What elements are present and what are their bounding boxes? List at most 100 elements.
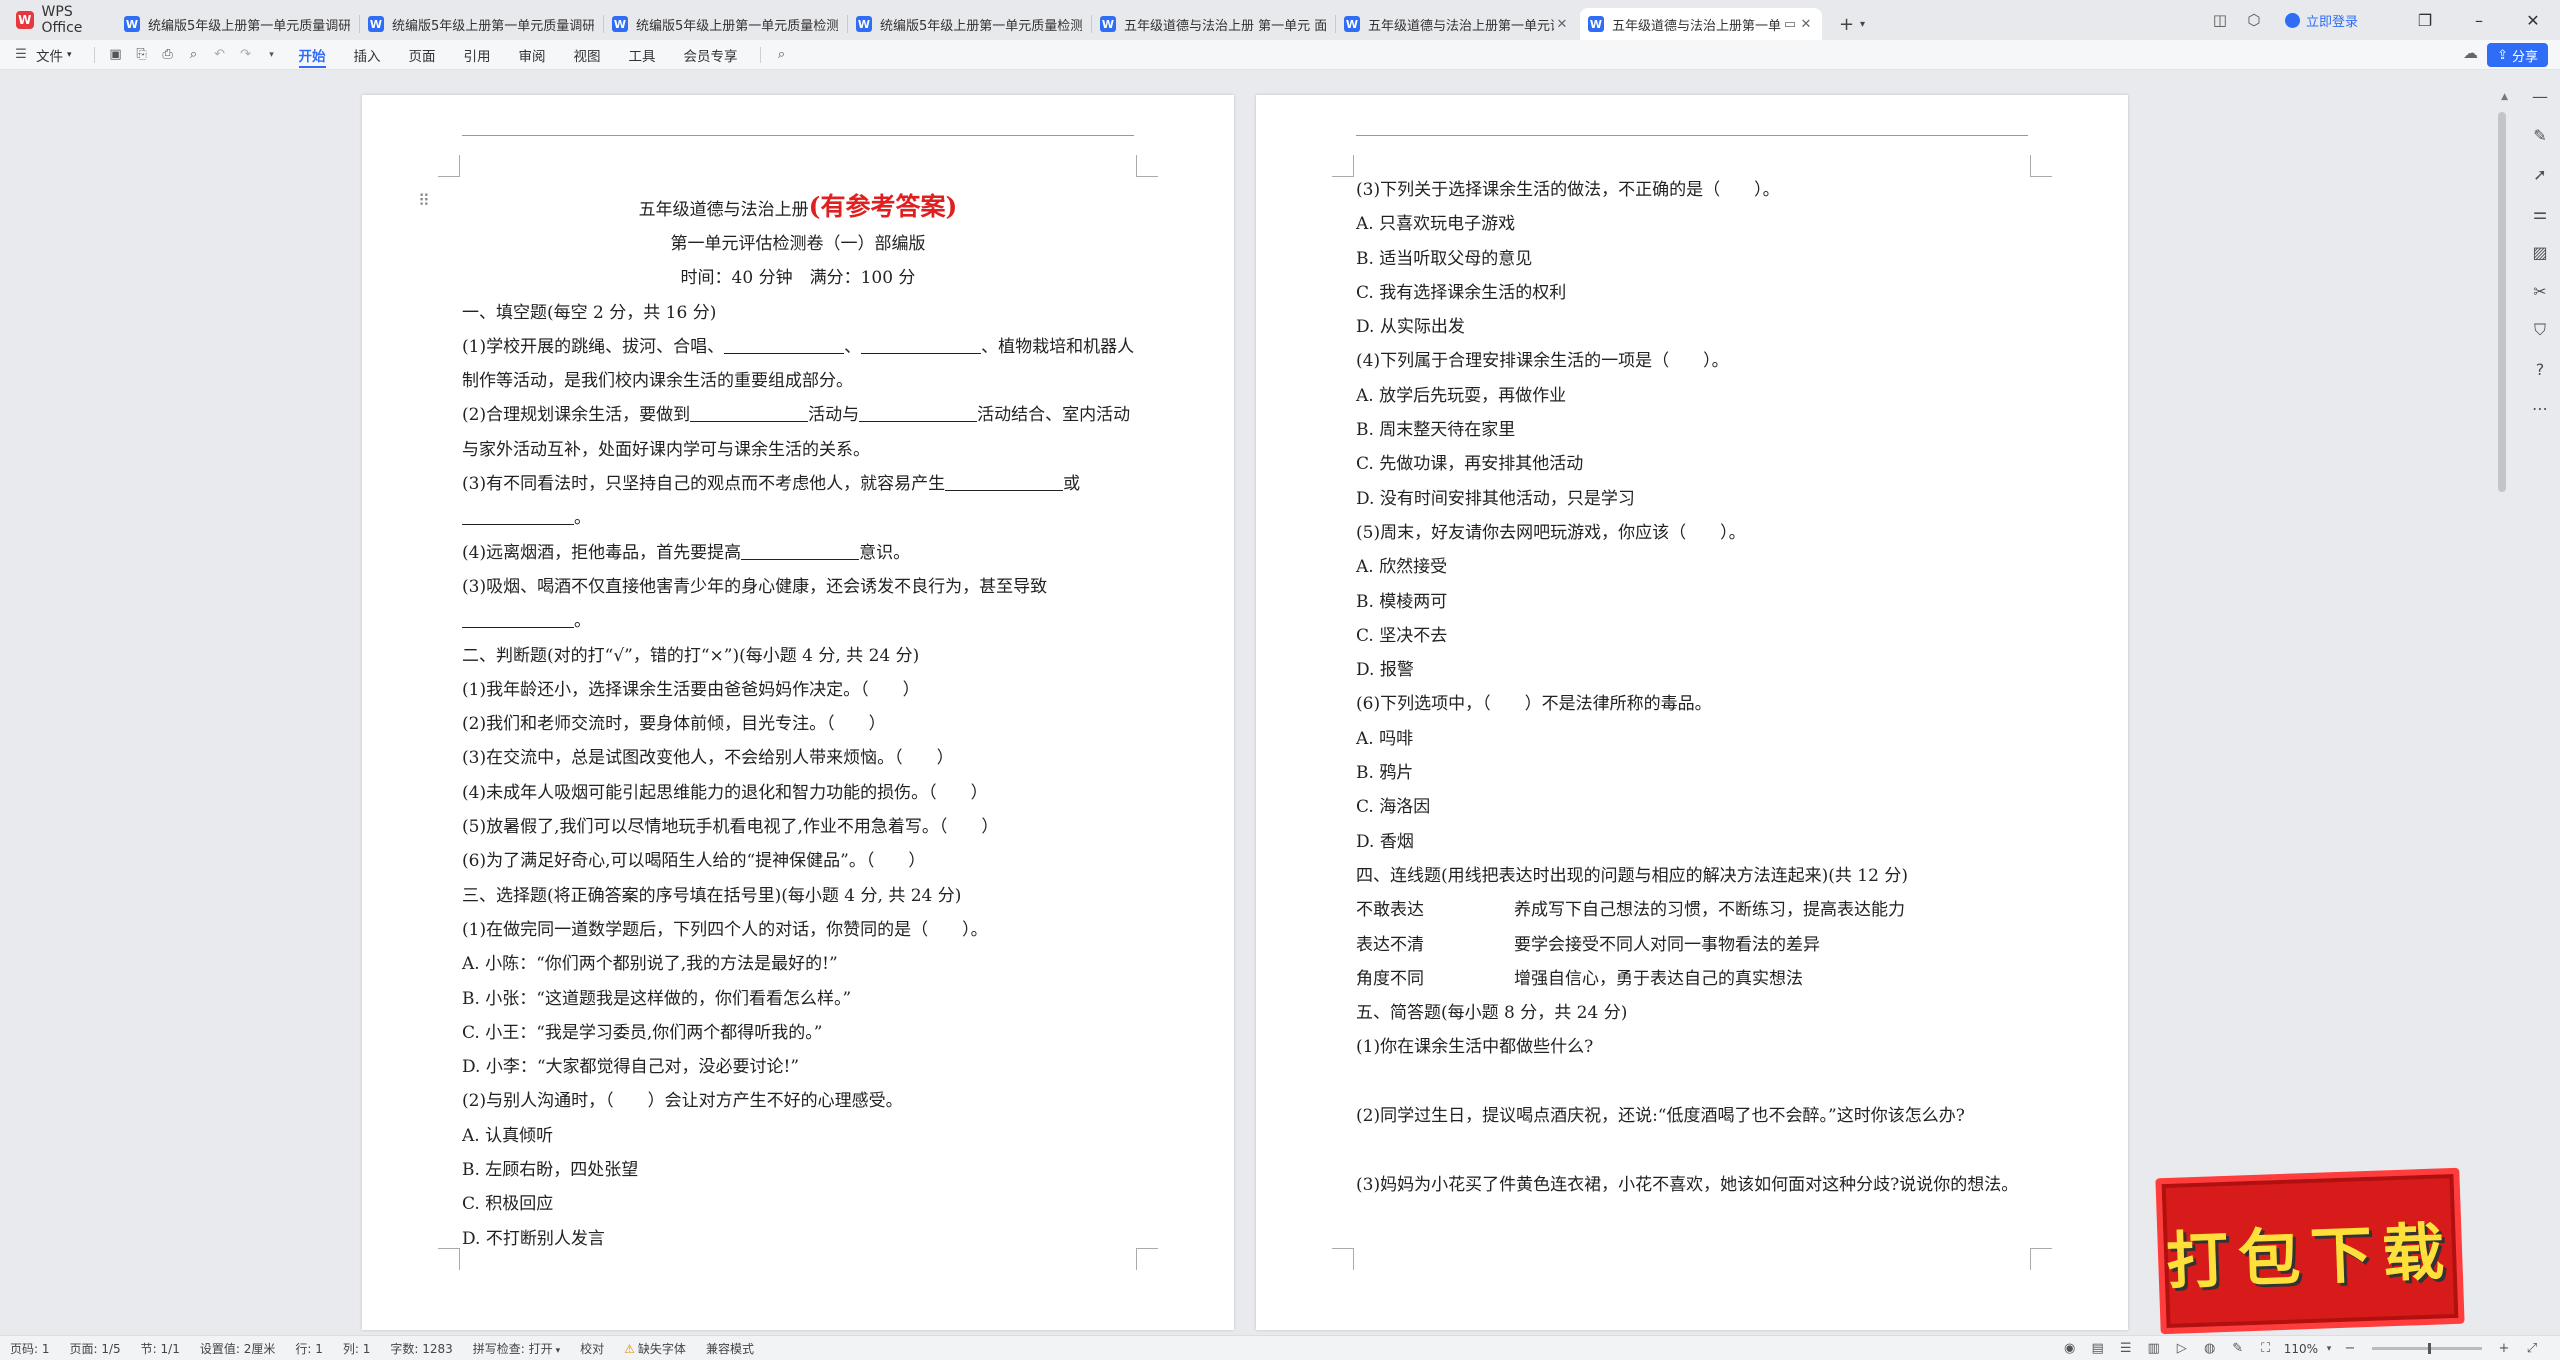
download-package-badge[interactable]: 打包下载 xyxy=(2155,1167,2465,1335)
word-doc-icon: W xyxy=(1588,16,1604,32)
chevron-down-icon[interactable]: ▾ xyxy=(2322,1344,2336,1354)
read-mode-icon[interactable]: ▥ xyxy=(2140,1341,2168,1356)
layout-icon[interactable]: ◫ xyxy=(2203,11,2237,29)
monitor-icon[interactable]: ▭ xyxy=(1782,17,1798,32)
option-line: A. 小陈：“你们两个都别说了,我的方法是最好的!” xyxy=(462,954,838,975)
zoom-level[interactable]: 110% xyxy=(2284,1342,2318,1356)
cloud-sync-icon[interactable]: ☁ xyxy=(2463,44,2478,62)
export-pdf-icon[interactable]: ⎘ xyxy=(129,47,155,62)
document-tab[interactable]: W 统编版5年级上册第一单元质量检测卷 xyxy=(604,8,848,40)
crop-mark xyxy=(1136,155,1158,177)
document-tab[interactable]: W 统编版5年级上册第一单元质量调研卷 xyxy=(116,8,360,40)
question-line: (5)放暑假了,我们可以尽情地玩手机看电视了,作业不用急着写。（ ） xyxy=(462,817,999,838)
question-line: (4)远离烟酒，拒他毒品，首先要提高 意识。 xyxy=(462,536,1134,570)
drag-handle-icon[interactable]: ⠿ xyxy=(418,191,430,210)
question-line: (3)下列关于选择课余生活的做法，不正确的是（ ）。 xyxy=(1356,180,1780,200)
doc-time-line: 时间：40 分钟 满分：100 分 xyxy=(680,268,916,289)
restore-window-button[interactable]: ❐ xyxy=(2398,11,2452,30)
search-icon[interactable]: ⌕ xyxy=(769,47,795,62)
outline-view-icon[interactable]: ☰ xyxy=(2112,1341,2140,1356)
status-setting[interactable]: 设置值: 2厘米 xyxy=(190,1340,286,1357)
wps-home-tab[interactable]: W WPS Office xyxy=(0,0,116,40)
cursor-select-icon[interactable]: ➚ xyxy=(2526,160,2554,188)
text: 意识。 xyxy=(859,542,911,563)
sliders-icon[interactable]: ⚌ xyxy=(2526,199,2554,227)
status-col[interactable]: 列: 1 xyxy=(333,1340,381,1357)
play-icon[interactable]: ▷ xyxy=(2168,1341,2196,1356)
status-pages[interactable]: 页面: 1/5 xyxy=(60,1340,131,1357)
collapse-icon[interactable]: — xyxy=(2526,82,2554,110)
page-view-icon[interactable]: ▤ xyxy=(2084,1341,2112,1356)
minimize-button[interactable]: – xyxy=(2452,11,2506,30)
status-row[interactable]: 行: 1 xyxy=(285,1340,333,1357)
tab-label: 统编版5年级上册第一单元质量检测卷 xyxy=(636,18,838,34)
chevron-down-icon[interactable]: ▾ xyxy=(259,50,285,60)
pen-edit-icon[interactable]: ✎ xyxy=(2526,121,2554,149)
save-icon[interactable]: ▣ xyxy=(103,47,129,62)
crop-mark xyxy=(438,1248,460,1270)
menu-tab-page[interactable]: 页面 xyxy=(395,40,450,70)
answer-space xyxy=(1356,1133,2028,1167)
zoom-in-icon[interactable]: + xyxy=(2490,1341,2518,1356)
share-button[interactable]: ⇪ 分享 xyxy=(2487,43,2548,67)
match-left: 角度不同 xyxy=(1356,968,1424,989)
status-spell-check[interactable]: 拼写检查: 打开 ▾ xyxy=(463,1340,570,1357)
login-button[interactable]: 立即登录 xyxy=(2284,11,2358,30)
zoom-slider[interactable] xyxy=(2372,1343,2482,1354)
crop-mark xyxy=(1332,155,1354,177)
zoom-out-icon[interactable]: − xyxy=(2336,1341,2364,1356)
menu-tab-view[interactable]: 视图 xyxy=(560,40,615,70)
image-edit-icon[interactable]: ▨ xyxy=(2526,238,2554,266)
menu-tab-review[interactable]: 审阅 xyxy=(505,40,560,70)
eye-protection-icon[interactable]: ◉ xyxy=(2056,1341,2084,1356)
status-section[interactable]: 节: 1/1 xyxy=(131,1340,190,1357)
text: 、 xyxy=(844,336,862,357)
close-tab-icon[interactable]: ✕ xyxy=(1798,17,1814,32)
tools-icon[interactable]: ✂ xyxy=(2526,277,2554,305)
document-tab-active[interactable]: W 五年级道德与法治上册第一单元 ▭ ✕ xyxy=(1580,8,1822,40)
undo-icon[interactable]: ↶ xyxy=(207,47,233,62)
document-tab[interactable]: W 统编版5年级上册第一单元质量检测卷 xyxy=(848,8,1092,40)
document-tab[interactable]: W 五年级道德与法治上册第一单元评估检✕ xyxy=(1336,8,1578,40)
cube-icon[interactable]: ⬡ xyxy=(2237,11,2271,29)
word-doc-icon: W xyxy=(856,16,872,32)
vertical-scrollbar[interactable] xyxy=(2498,100,2506,1360)
menu-tab-home[interactable]: 开始 xyxy=(285,40,340,70)
menu-tab-member[interactable]: 会员专享 xyxy=(670,40,752,70)
write-mode-icon[interactable]: ✎ xyxy=(2224,1341,2252,1356)
status-missing-font[interactable]: ⚠ 缺失字体 xyxy=(614,1340,696,1357)
scrollbar-thumb[interactable] xyxy=(2498,112,2506,492)
file-menu[interactable]: 文件 ▾ xyxy=(34,40,86,70)
chevron-down-icon: ▾ xyxy=(1860,18,1866,30)
help-icon[interactable]: ? xyxy=(2526,355,2554,383)
status-word-count[interactable]: 字数: 1283 xyxy=(380,1340,462,1357)
close-window-button[interactable]: ✕ xyxy=(2506,11,2560,30)
fit-page-icon[interactable]: ⛶ xyxy=(2252,1341,2280,1356)
question-line: (3)吸烟、喝酒不仅直接他害青少年的身心健康，还会诱发不良行为，甚至导致 xyxy=(462,576,1048,597)
status-page[interactable]: 页码: 1 xyxy=(0,1340,60,1357)
web-view-icon[interactable]: ◍ xyxy=(2196,1341,2224,1356)
menu-tab-insert[interactable]: 插入 xyxy=(340,40,395,70)
zoom-slider-knob[interactable] xyxy=(2428,1343,2431,1354)
fullscreen-icon[interactable]: ⤢ xyxy=(2518,1341,2546,1356)
redo-icon[interactable]: ↷ xyxy=(233,47,259,62)
print-preview-icon[interactable]: ⌕ xyxy=(181,47,207,62)
new-tab-button[interactable]: + ▾ xyxy=(1824,8,1880,40)
question-line: (5)周末，好友请你去网吧玩游戏，你应该（ ）。 xyxy=(1356,522,1746,543)
document-page-1[interactable]: ⠿ 五年级道德与法治上册(有参考答案) 第一单元评估检测卷（一）部编版 时间：4… xyxy=(362,95,1234,1330)
status-proofread[interactable]: 校对 xyxy=(570,1340,614,1357)
close-tab-icon[interactable]: ✕ xyxy=(1554,17,1570,32)
shirt-style-icon[interactable]: ⛉ xyxy=(2526,316,2554,344)
document-tab[interactable]: W 统编版5年级上册第一单元质量调研卷 xyxy=(360,8,604,40)
option-line: B. 模棱两可 xyxy=(1356,591,1448,612)
word-doc-icon: W xyxy=(1100,16,1116,32)
crop-mark xyxy=(2030,1248,2052,1270)
print-icon[interactable]: ⎙ xyxy=(155,47,181,62)
document-page-2[interactable]: (3)下列关于选择课余生活的做法，不正确的是（ ）。 A. 只喜欢玩电子游戏 B… xyxy=(1256,95,2128,1330)
more-icon[interactable]: ⋯ xyxy=(2526,394,2554,422)
menu-tab-references[interactable]: 引用 xyxy=(450,40,505,70)
menu-tab-tools[interactable]: 工具 xyxy=(615,40,670,70)
hamburger-menu-icon[interactable]: ☰ xyxy=(8,47,34,62)
document-tab[interactable]: W 五年级道德与法治上册 第一单元 面对 xyxy=(1092,8,1336,40)
question-line: (1)在做完同一道数学题后，下列四个人的对话，你赞同的是（ ）。 xyxy=(462,919,988,940)
